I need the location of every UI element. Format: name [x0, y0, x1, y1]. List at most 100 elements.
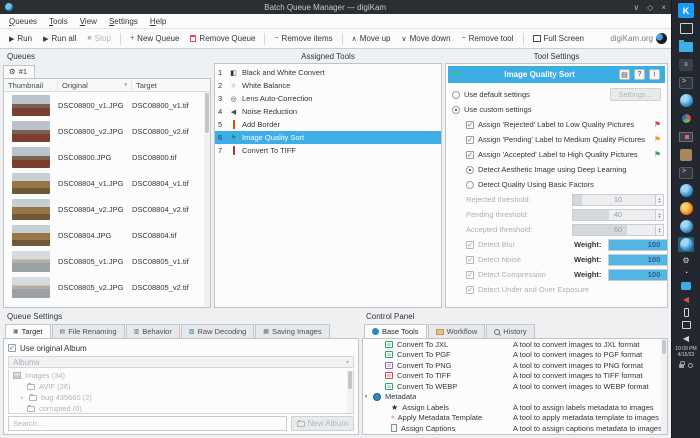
table-row[interactable]: DSC08800_v1.JPGDSC08800_v1.tif	[4, 92, 210, 118]
tab-base-tools[interactable]: Base Tools	[364, 324, 427, 338]
assign-rejected-checkbox[interactable]: ✓	[466, 121, 474, 129]
move-down-button[interactable]: ∨Move down	[396, 32, 455, 45]
kde-launcher-icon[interactable]: K	[678, 3, 694, 18]
clock[interactable]: 10:09 PM4/15/23	[675, 346, 696, 358]
screenshot-app-icon[interactable]	[678, 129, 694, 144]
close-icon[interactable]: ×	[661, 3, 666, 12]
power-icon[interactable]	[688, 363, 693, 368]
scrollbar[interactable]	[661, 339, 667, 434]
chat-tray-icon[interactable]	[680, 281, 692, 291]
group-row-metadata[interactable]: ▾Metadata	[363, 392, 667, 403]
digikam-task-icon[interactable]	[678, 237, 694, 252]
mic-muted-tray-icon[interactable]: ◀	[680, 294, 692, 304]
menu-settings[interactable]: Settings	[104, 16, 143, 27]
list-item[interactable]: ‹›Apply Metadata TemplateA tool to apply…	[363, 413, 667, 424]
use-original-album-checkbox[interactable]: ✓	[8, 344, 16, 352]
table-row[interactable]: DSC08805_v1.JPGDSC08805_v1.tif	[4, 248, 210, 274]
remove-tool-button[interactable]: −Remove tool	[457, 32, 519, 45]
run-all-icon: ▶	[43, 35, 48, 43]
table-row[interactable]: DSC08800_v2.JPGDSC08800_v2.tif	[4, 118, 210, 144]
list-item[interactable]: 1◧Black and White Convert	[215, 66, 441, 79]
assign-accepted-checkbox[interactable]: ✓	[466, 151, 474, 159]
lock-icon[interactable]	[679, 364, 684, 368]
plus-icon: +	[130, 35, 134, 42]
list-item[interactable]: 5Add Border	[215, 118, 441, 131]
browser-globe-icon[interactable]	[678, 93, 694, 108]
list-item[interactable]: 3◎Lens Auto-Correction	[215, 92, 441, 105]
menu-help[interactable]: Help	[145, 16, 171, 27]
thumbnail	[12, 199, 50, 220]
use-custom-radio[interactable]	[452, 106, 460, 114]
tab-target[interactable]: ▣Target	[5, 324, 51, 338]
taskbar: K ≡ > > ⚙ ◔ ◀ ◀ 10:09 PM4/15/23	[672, 0, 700, 438]
tab-raw-decoding[interactable]: ▧Raw Decoding	[181, 324, 254, 338]
scrollbar[interactable]	[204, 92, 210, 307]
digikam-org-link[interactable]: digiKam.org	[610, 33, 667, 44]
compression-weight-spinbox: 100▴▾	[608, 269, 667, 281]
list-item[interactable]: 2☼White Balance	[215, 79, 441, 92]
list-item[interactable]: Convert To WEBPA tool to convert images …	[363, 381, 667, 392]
system-settings-icon[interactable]: ≡	[678, 57, 694, 72]
tab-file-renaming[interactable]: ▤File Renaming	[52, 324, 125, 338]
list-item[interactable]: Convert To JXLA tool to convert images t…	[363, 339, 667, 350]
detect-aesthetic-radio[interactable]	[466, 166, 474, 174]
file-manager-icon[interactable]	[678, 39, 694, 54]
full-screen-button[interactable]: Full Screen	[528, 32, 589, 45]
list-item[interactable]: 7Convert To TIFF	[215, 144, 441, 157]
remove-items-button[interactable]: −Remove items	[269, 32, 337, 45]
terminal-icon[interactable]: >	[678, 75, 694, 90]
queue-tab-1[interactable]: ⚙#1	[3, 65, 35, 78]
col-target[interactable]: Target	[132, 81, 210, 90]
display-tray-icon[interactable]	[680, 320, 692, 330]
maximize-icon[interactable]: ◇	[647, 3, 653, 12]
assign-pending-checkbox[interactable]: ✓	[466, 136, 474, 144]
browser-task-icon[interactable]	[678, 219, 694, 234]
list-item[interactable]: Convert To PNGA tool to convert images t…	[363, 360, 667, 371]
col-thumbnail[interactable]: Thumbnail	[4, 81, 58, 90]
list-item[interactable]: Convert To PGFA tool to convert images t…	[363, 350, 667, 361]
white-balance-icon: ☼	[229, 82, 238, 89]
titlebar[interactable]: Batch Queue Manager — digiKam ∨ ◇ ×	[0, 0, 671, 14]
updates-tray-icon[interactable]: ◔	[680, 268, 692, 278]
remove-queue-button[interactable]: Remove Queue	[185, 32, 260, 45]
archive-app-icon[interactable]	[678, 147, 694, 162]
list-item[interactable]: ★Assign LabelsA tool to assign labels me…	[363, 402, 667, 413]
battery-tray-icon[interactable]	[680, 307, 692, 317]
menu-view[interactable]: View	[75, 16, 102, 27]
minimize-icon[interactable]: ∨	[633, 3, 639, 12]
firefox-task-icon[interactable]	[678, 201, 694, 216]
detect-basic-radio[interactable]	[466, 181, 474, 189]
table-row[interactable]: DSC08800.JPGDSC08800.tif	[4, 144, 210, 170]
list-item[interactable]: Assign CaptionsA tool to assign captions…	[363, 423, 667, 434]
run-button[interactable]: ▶Run	[4, 32, 37, 45]
window-manager-icon[interactable]	[678, 21, 694, 36]
widgets-tray-icon[interactable]: ⚙	[680, 255, 692, 265]
move-up-button[interactable]: ∧Move up	[347, 32, 396, 45]
terminal-task-icon[interactable]: >	[678, 165, 694, 180]
search-input[interactable]	[8, 416, 287, 431]
table-row[interactable]: DSC08804.JPGDSC08804.tif	[4, 222, 210, 248]
table-row[interactable]: DSC08804_v1.JPGDSC08804_v1.tif	[4, 170, 210, 196]
menu-tools[interactable]: Tools	[44, 16, 73, 27]
list-item-selected[interactable]: 6⚑Image Quality Sort	[215, 131, 441, 144]
run-all-button[interactable]: ▶Run all	[38, 32, 81, 45]
volume-tray-icon[interactable]: ◀	[680, 333, 692, 343]
table-row[interactable]: DSC08805_v2.JPGDSC08805_v2.tif	[4, 274, 210, 300]
list-item[interactable]: 4◀Noise Reduction	[215, 105, 441, 118]
use-default-radio[interactable]	[452, 91, 460, 99]
new-queue-button[interactable]: +New Queue	[125, 32, 184, 45]
info-icon[interactable]: i	[649, 69, 660, 80]
doc-icon[interactable]: ▤	[619, 69, 630, 80]
kde-globe-task-icon[interactable]	[678, 183, 694, 198]
help-icon[interactable]: ?	[634, 69, 645, 80]
menu-queues[interactable]: Queues	[4, 16, 42, 27]
tab-saving-images[interactable]: ▦Saving Images	[255, 324, 329, 338]
scrollbar[interactable]	[347, 370, 353, 413]
list-item[interactable]: Convert To TIFFA tool to convert images …	[363, 371, 667, 382]
tab-history[interactable]: History	[486, 324, 534, 338]
table-row[interactable]: DSC08804_v2.JPGDSC08804_v2.tif	[4, 196, 210, 222]
tab-workflow[interactable]: Workflow	[428, 324, 486, 338]
col-original[interactable]: Original▾	[58, 81, 132, 90]
tab-behavior[interactable]: ▥Behavior	[126, 324, 180, 338]
color-wheel-icon[interactable]	[678, 111, 694, 126]
